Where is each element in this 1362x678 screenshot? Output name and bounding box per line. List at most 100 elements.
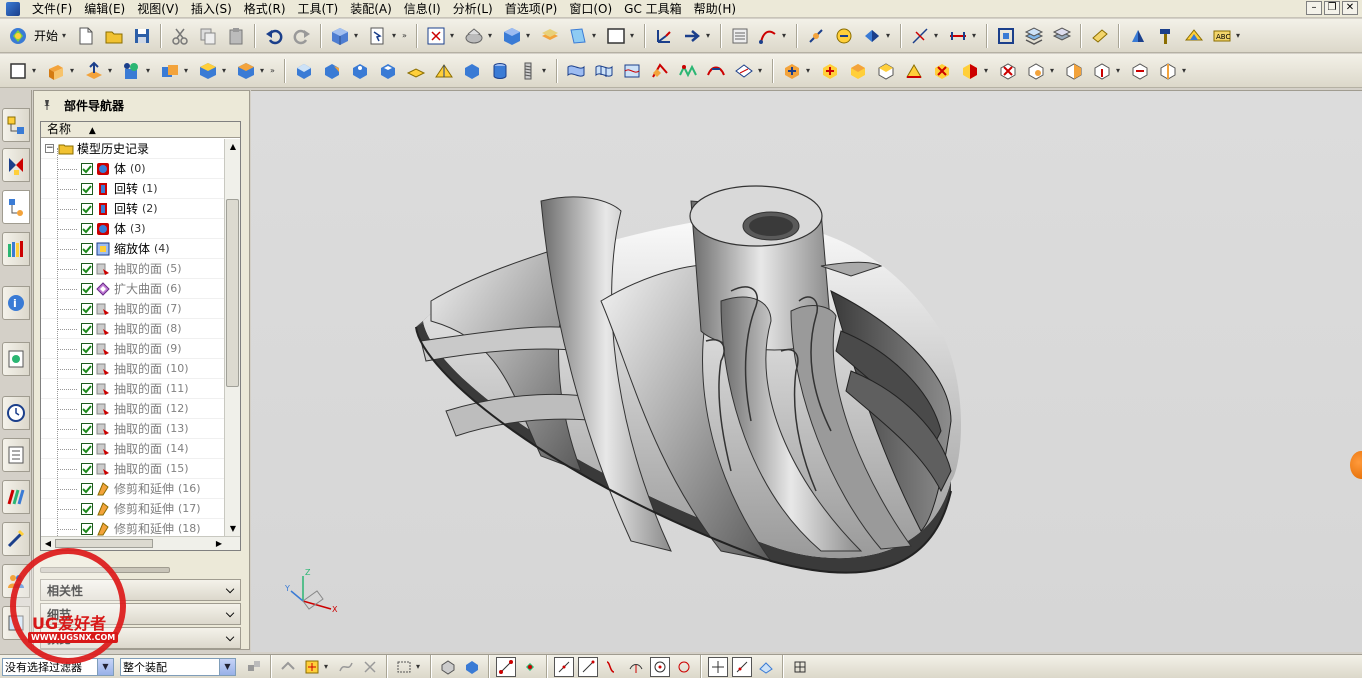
visibility-checkbox[interactable] (81, 282, 93, 295)
menu-analysis[interactable]: 分析(L) (447, 1, 499, 17)
visibility-checkbox[interactable] (81, 262, 93, 275)
tree-row-feature[interactable]: 抽取的面 (14) (41, 439, 224, 459)
tree-row-feature[interactable]: 体 (3) (41, 219, 224, 239)
curve-tool-icon[interactable] (756, 24, 780, 48)
collapse-icon[interactable]: − (45, 144, 54, 153)
feature-group-icon[interactable] (196, 59, 220, 83)
ruled-icon[interactable] (704, 59, 728, 83)
menu-assembly[interactable]: 装配(A) (344, 1, 398, 17)
tree-row-feature[interactable]: 抽取的面 (15) (41, 459, 224, 479)
tree-row-feature[interactable]: 抽取的面 (7) (41, 299, 224, 319)
abc-icon[interactable]: ABC (1210, 24, 1234, 48)
close-button[interactable]: ✕ (1342, 1, 1358, 15)
layer-settings-icon[interactable] (1050, 24, 1074, 48)
scroll-thumb[interactable] (226, 199, 239, 387)
assembly-select-icon[interactable] (244, 657, 264, 677)
snap-tangent-icon[interactable] (626, 657, 646, 677)
rectangle-select-icon[interactable] (394, 657, 414, 677)
measure-length-icon[interactable] (946, 24, 970, 48)
chevron-down-icon[interactable]: ▾ (806, 66, 814, 75)
layer-stack-icon[interactable] (1022, 24, 1046, 48)
extrude-icon[interactable] (44, 59, 68, 83)
select-features-icon[interactable] (278, 657, 298, 677)
select-body-icon[interactable] (438, 657, 458, 677)
tree-row-feature[interactable]: 抽取的面 (13) (41, 419, 224, 439)
snap-on-surface-icon[interactable] (756, 657, 776, 677)
visibility-checkbox[interactable] (81, 362, 93, 375)
chevron-down-icon[interactable]: ▾ (146, 66, 154, 75)
scroll-up-icon[interactable]: ▲ (225, 139, 240, 155)
n-sided-icon[interactable] (732, 59, 756, 83)
history-tab[interactable] (2, 396, 30, 430)
toolbar-overflow-icon[interactable]: » (270, 66, 278, 75)
through-curves-icon[interactable] (564, 59, 588, 83)
impeller-model[interactable] (251, 91, 1362, 652)
chevron-down-icon[interactable]: ▾ (1236, 31, 1244, 40)
undo-icon[interactable] (262, 24, 286, 48)
chevron-down-icon[interactable]: ▾ (392, 31, 400, 40)
sync-delete-face-icon[interactable] (930, 59, 954, 83)
copy-icon[interactable] (196, 24, 220, 48)
paste-icon[interactable] (224, 24, 248, 48)
chevron-down-icon[interactable]: ▾ (984, 66, 992, 75)
snap-center-icon[interactable] (650, 656, 670, 677)
snap-intersection-icon[interactable] (578, 656, 598, 677)
tree-row-feature[interactable]: 抽取的面 (9) (41, 339, 224, 359)
graphics-window[interactable]: Z X Y (251, 90, 1362, 652)
rotate-view-icon[interactable] (462, 24, 486, 48)
studio-surface-icon[interactable] (620, 59, 644, 83)
process-studio-tab[interactable] (2, 480, 30, 514)
chevron-down-icon[interactable]: ⌵ (222, 630, 238, 646)
visibility-checkbox[interactable] (81, 182, 93, 195)
sketch-rect-icon[interactable] (6, 59, 30, 83)
snap-settings-icon[interactable] (302, 657, 322, 677)
start-button[interactable]: 开始 (34, 27, 58, 44)
chevron-down-icon[interactable]: ▾ (488, 31, 496, 40)
trim-body-icon[interactable] (460, 59, 484, 83)
hd3d-tools-tab[interactable]: i (2, 286, 30, 320)
tree-row-feature[interactable]: 抽取的面 (11) (41, 379, 224, 399)
tree-row-feature[interactable]: 缩放体 (4) (41, 239, 224, 259)
sew-icon[interactable] (234, 59, 258, 83)
hole-icon[interactable] (348, 59, 372, 83)
menu-view[interactable]: 视图(V) (131, 1, 185, 17)
redo-icon[interactable] (290, 24, 314, 48)
sync-copy-face-icon[interactable] (996, 59, 1020, 83)
fit-view-icon[interactable] (424, 24, 448, 48)
chevron-down-icon[interactable]: ▾ (450, 31, 458, 40)
tree-row-feature[interactable]: 修剪和延伸 (17) (41, 499, 224, 519)
chevron-down-icon[interactable]: ▾ (32, 66, 40, 75)
cut-icon[interactable] (168, 24, 192, 48)
sync-dimension-icon[interactable] (1128, 59, 1152, 83)
tree-row-feature[interactable]: 抽取的面 (10) (41, 359, 224, 379)
draft-icon[interactable] (432, 59, 456, 83)
menu-tools[interactable]: 工具(T) (292, 1, 345, 17)
sync-cross-section-icon[interactable] (1156, 59, 1180, 83)
chamfer-icon[interactable] (320, 59, 344, 83)
select-filter-icon[interactable] (366, 24, 390, 48)
bridge-surface-icon[interactable] (676, 59, 700, 83)
snap-curve-icon[interactable] (602, 657, 622, 677)
toolbar-overflow-icon[interactable]: » (402, 31, 410, 40)
menu-information[interactable]: 信息(I) (398, 1, 447, 17)
snap-point-icon[interactable] (804, 24, 828, 48)
background-icon[interactable] (604, 24, 628, 48)
restore-button[interactable]: ❐ (1324, 1, 1340, 15)
datum-plane-icon[interactable] (82, 59, 106, 83)
visibility-checkbox[interactable] (81, 242, 93, 255)
visibility-checkbox[interactable] (81, 522, 93, 535)
visibility-checkbox[interactable] (81, 462, 93, 475)
pocket-icon[interactable] (120, 59, 144, 83)
sync-shell-body-icon[interactable] (1090, 59, 1114, 83)
sync-resize-blend-icon[interactable] (902, 59, 926, 83)
tree-row-feature[interactable]: 修剪和延伸 (16) (41, 479, 224, 499)
cylinder-icon[interactable] (488, 59, 512, 83)
selection-scope-select[interactable]: 整个装配 ▼ (120, 657, 236, 676)
chevron-down-icon[interactable]: ▾ (70, 66, 78, 75)
web-browser-tab[interactable] (2, 342, 30, 376)
tree-row-feature[interactable]: 抽取的面 (8) (41, 319, 224, 339)
view-orient-icon[interactable] (566, 24, 590, 48)
visibility-checkbox[interactable] (81, 422, 93, 435)
visibility-checkbox[interactable] (81, 162, 93, 175)
tree-row-feature[interactable]: 回转 (2) (41, 199, 224, 219)
